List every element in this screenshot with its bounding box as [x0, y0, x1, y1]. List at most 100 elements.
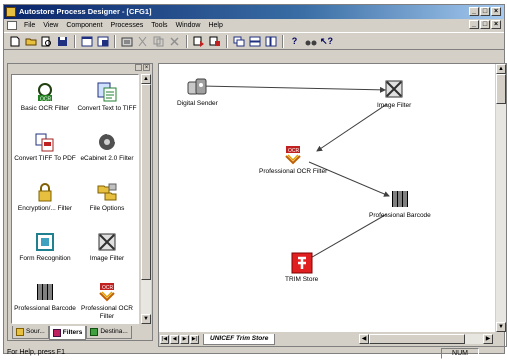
panel-icon[interactable]: [80, 35, 93, 48]
palette-item-convert-pdf[interactable]: Convert TIFF To PDF: [14, 131, 76, 163]
prev-sheet-button[interactable]: ◀: [170, 334, 179, 344]
status-message: For Help, press F1: [7, 349, 65, 356]
node-trim-store[interactable]: TRIM Store: [285, 252, 318, 283]
menu-file[interactable]: File: [20, 22, 39, 29]
trim-store-icon: [291, 252, 313, 274]
pro-ocr-icon: OCR: [285, 146, 301, 165]
num-lock-indicator: NUM: [441, 348, 479, 359]
tab-unicef-trim-store[interactable]: UNICEF Trim Store: [203, 333, 276, 345]
digital-sender-icon: [187, 78, 207, 95]
image-filter-icon: [98, 233, 116, 251]
child-restore-button[interactable]: □: [480, 20, 490, 29]
palette-item-pro-ocr[interactable]: OCR Professional OCR Filter: [76, 281, 138, 320]
panel-header: ×: [8, 64, 152, 73]
menu-component[interactable]: Component: [62, 22, 106, 29]
form-recognition-icon: [36, 233, 54, 251]
title-bar[interactable]: Autostore Process Designer - [CFG1] _ □ …: [4, 5, 504, 19]
palette-tabs: Sour... Filters Destina...: [12, 326, 152, 340]
canvas-scroll-up-button[interactable]: ▲: [496, 64, 506, 74]
canvas-vertical-scrollbar[interactable]: ▲ ▼: [496, 64, 506, 332]
close-button[interactable]: ×: [491, 7, 501, 16]
window-title: Autostore Process Designer - [CFG1]: [19, 7, 152, 16]
canvas-horizontal-scrollbar[interactable]: ◀ ▶: [359, 334, 493, 344]
panel-close-button[interactable]: ×: [143, 64, 150, 71]
connector-barcode-to-trim[interactable]: [306, 213, 388, 261]
palette-item-encryption[interactable]: Encryption/... Filter: [14, 181, 76, 213]
help-icon[interactable]: ?: [288, 35, 301, 48]
copy-icon[interactable]: [152, 35, 165, 48]
window-icon[interactable]: [96, 35, 109, 48]
process-canvas: Digital Sender Image Filter OCR Professi…: [158, 63, 507, 347]
canvas-hscroll-thumb[interactable]: [369, 334, 465, 344]
tab-sources[interactable]: Sour...: [12, 326, 49, 339]
svg-text:OCR: OCR: [102, 285, 114, 291]
palette-item-basic-ocr[interactable]: OCR Basic OCR Filter: [14, 81, 76, 113]
palette-item-form-recognition[interactable]: Form Recognition: [14, 231, 76, 263]
first-sheet-button[interactable]: |◀: [160, 334, 169, 344]
canvas-vscroll-thumb[interactable]: [496, 74, 506, 104]
menu-help[interactable]: Help: [204, 22, 226, 29]
connector-sender-to-image[interactable]: [200, 85, 386, 93]
minimize-button[interactable]: _: [469, 7, 479, 16]
panel-pin-button[interactable]: [135, 64, 142, 71]
palette-scrollbar[interactable]: ▲ ▼: [141, 74, 151, 324]
convert-pdf-icon: [35, 133, 54, 152]
menu-processes[interactable]: Processes: [107, 22, 148, 29]
context-help-icon[interactable]: ↖?: [320, 35, 333, 48]
stop-icon[interactable]: [208, 35, 221, 48]
menu-bar: File View Component Processes Tools Wind…: [4, 19, 504, 32]
document-icon: [7, 21, 17, 30]
sources-icon: [16, 328, 24, 336]
svg-text:OCR: OCR: [288, 148, 300, 154]
node-image-filter[interactable]: Image Filter: [377, 78, 411, 109]
delete-icon[interactable]: [168, 35, 181, 48]
palette-item-image-filter[interactable]: Image Filter: [76, 231, 138, 263]
canvas-scroll-right-button[interactable]: ▶: [483, 334, 493, 344]
palette-item-ecabinet[interactable]: eCabinet 2.0 Filter: [76, 131, 138, 163]
scroll-up-button[interactable]: ▲: [141, 74, 151, 84]
ecabinet-icon: [99, 133, 116, 150]
menu-tools[interactable]: Tools: [147, 22, 171, 29]
new-icon[interactable]: [8, 35, 21, 48]
restore-button[interactable]: □: [480, 7, 490, 16]
tile-horizontal-icon[interactable]: [248, 35, 261, 48]
canvas-scroll-left-button[interactable]: ◀: [359, 334, 369, 344]
tab-filters[interactable]: Filters: [48, 326, 87, 340]
filter-palette: OCR Basic OCR Filter Convert Text to TIF…: [11, 74, 139, 324]
svg-text:OCR: OCR: [40, 97, 52, 103]
find-icon[interactable]: [304, 35, 317, 48]
ocr-filter-icon: OCR: [38, 83, 52, 103]
convert-text-icon: [97, 82, 117, 102]
next-sheet-button[interactable]: ▶: [180, 334, 189, 344]
node-professional-barcode[interactable]: Professional Barcode: [369, 188, 431, 219]
workflow-area[interactable]: Digital Sender Image Filter OCR Professi…: [159, 64, 495, 332]
last-sheet-button[interactable]: ▶|: [190, 334, 199, 344]
scroll-down-button[interactable]: ▼: [141, 314, 151, 324]
palette-item-convert-text[interactable]: Convert Text to TIFF: [76, 81, 138, 113]
sheet-bar: |◀ ◀ ▶ ▶| UNICEF Trim Store ◀ ▶: [159, 332, 495, 346]
open-icon[interactable]: [24, 35, 37, 48]
save-icon[interactable]: [56, 35, 69, 48]
palette-item-barcode[interactable]: Professional Barcode: [14, 281, 76, 313]
cut-icon[interactable]: [136, 35, 149, 48]
main-window: Autostore Process Designer - [CFG1] _ □ …: [3, 4, 507, 359]
tile-vertical-icon[interactable]: [264, 35, 277, 48]
node-professional-ocr[interactable]: OCR Professional OCR Filter: [259, 144, 327, 175]
menu-view[interactable]: View: [39, 22, 62, 29]
print-preview-icon[interactable]: [40, 35, 53, 48]
canvas-scroll-down-button[interactable]: ▼: [496, 322, 506, 332]
child-minimize-button[interactable]: _: [469, 20, 479, 29]
child-close-button[interactable]: ×: [491, 20, 501, 29]
scroll-thumb[interactable]: [141, 84, 151, 280]
barcode-icon: [37, 284, 53, 300]
encryption-icon: [38, 183, 52, 202]
menu-window[interactable]: Window: [172, 22, 205, 29]
tab-destinations[interactable]: Destina...: [86, 326, 132, 339]
settings-icon[interactable]: [120, 35, 133, 48]
cascade-icon[interactable]: [232, 35, 245, 48]
run-icon[interactable]: [192, 35, 205, 48]
node-digital-sender[interactable]: Digital Sender: [177, 76, 218, 107]
connector-image-to-ocr[interactable]: [316, 103, 388, 152]
palette-item-file-options[interactable]: File Options: [76, 181, 138, 213]
status-bar: For Help, press F1 NUM: [4, 348, 504, 360]
